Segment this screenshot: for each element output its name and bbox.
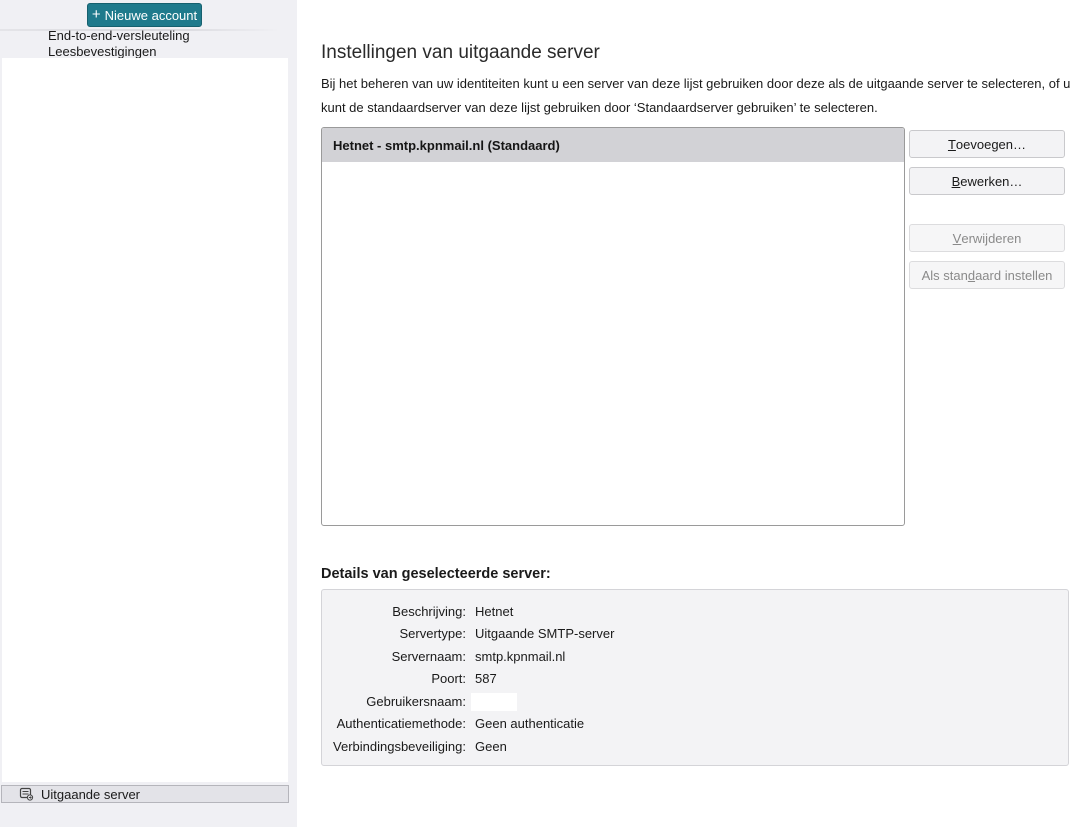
server-list[interactable]: Hetnet - smtp.kpnmail.nl (Standaard) [321,127,905,526]
plus-icon: + [91,5,101,23]
sidebar-item-end-to-end-encryption[interactable]: End-to-end-versleuteling [48,28,190,43]
detail-value: 587 [475,671,497,686]
detail-row-description: Beschrijving: Hetnet [322,604,1068,624]
sidebar-item-read-receipts[interactable]: Leesbevestigingen [48,44,156,58]
detail-label: Servertype: [399,626,466,641]
detail-value: smtp.kpnmail.nl [475,649,566,664]
remove-label-post: erwijderen [961,230,1022,246]
detail-label: Gebruikersnaam: [366,694,466,709]
username-value-field [471,693,517,711]
edit-server-button[interactable]: Bewerken… [909,167,1065,195]
details-panel: Beschrijving: Hetnet Servertype: Uitgaan… [321,589,1069,766]
set-default-label-post: aard instellen [975,267,1053,283]
detail-label: Poort: [431,671,466,686]
detail-value: Geen [475,739,507,754]
set-default-label-key: d [967,267,976,283]
detail-label: Beschrijving: [392,604,466,619]
outgoing-server-icon [19,787,34,801]
edit-label-key: B [951,173,961,189]
details-title: Details van geselecteerde server: [321,566,551,582]
detail-label: Authenticatiemethode: [336,716,466,731]
account-tree [2,58,288,782]
detail-value: Uitgaande SMTP-server [475,626,615,641]
set-default-button[interactable]: Als stan d aard instellen [909,261,1065,289]
detail-label: Servernaam: [391,649,466,664]
page-title: Instellingen van uitgaande server [321,42,600,63]
detail-row-servertype: Servertype: Uitgaande SMTP-server [322,626,1068,646]
detail-row-servername: Servernaam: smtp.kpnmail.nl [322,649,1068,669]
detail-row-username: Gebruikersnaam: [322,693,1068,714]
edit-label-post: ewerken… [960,173,1023,189]
sidebar-clip: Leesbevestigingen [0,44,297,58]
set-default-label-pre: Als stan [921,267,968,283]
page-description: Bij het beheren van uw identiteiten kunt… [321,76,1071,115]
new-account-label: Nieuwe account [104,7,198,23]
detail-value: Geen authenticatie [475,716,585,731]
detail-value: Hetnet [475,604,514,619]
sidebar-item-outgoing-server[interactable]: Uitgaande server [1,785,289,803]
detail-row-connection-security: Verbindingsbeveiliging: Geen [322,739,1068,759]
add-server-button[interactable]: Toevoegen… [909,130,1065,158]
account-sidebar: + Nieuwe account End-to-end-versleutelin… [0,0,297,827]
detail-label: Verbindingsbeveiliging: [333,739,466,754]
add-label-post: oevoegen… [955,136,1027,152]
detail-row-port: Poort: 587 [322,671,1068,691]
remove-server-button[interactable]: Verwijderen [909,224,1065,252]
detail-row-auth-method: Authenticatiemethode: Geen authenticatie [322,716,1068,736]
new-account-button[interactable]: + Nieuwe account [87,3,202,27]
sidebar-item-outgoing-server-label: Uitgaande server [41,786,140,802]
remove-label-key: V [952,230,962,246]
add-label-key: T [947,136,956,152]
server-list-item[interactable]: Hetnet - smtp.kpnmail.nl (Standaard) [322,128,904,162]
